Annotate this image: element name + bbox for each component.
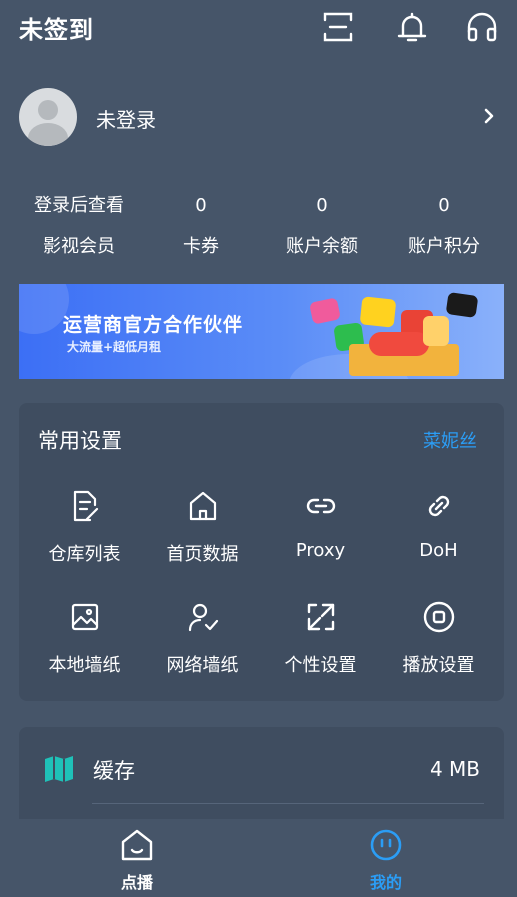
- local-wallpaper-button[interactable]: 本地墙纸: [24, 600, 145, 677]
- chevron-right-icon[interactable]: [481, 106, 497, 126]
- grid-label: 网络墙纸: [166, 655, 239, 676]
- top-bar: 未签到: [0, 0, 517, 56]
- grid-label: 播放设置: [402, 655, 475, 676]
- settings-link[interactable]: 菜妮丝: [423, 427, 477, 453]
- doh-button[interactable]: DoH: [378, 489, 499, 561]
- user-check-icon: [188, 603, 218, 632]
- app-logo-icon: [309, 297, 341, 325]
- face-icon: [370, 829, 402, 861]
- home-data-button[interactable]: 首页数据: [142, 489, 263, 566]
- nav-mine[interactable]: 我的: [326, 827, 446, 893]
- cache-card[interactable]: 缓存 4 MB: [19, 727, 504, 827]
- stat-value: 登录后查看: [34, 195, 124, 216]
- bell-icon[interactable]: [395, 10, 429, 44]
- stat-membership[interactable]: 登录后查看 影视会员: [9, 192, 149, 258]
- stat-value: 0: [438, 195, 450, 216]
- nav-label: 我的: [369, 873, 402, 892]
- online-wallpaper-button[interactable]: 网络墙纸: [142, 600, 263, 677]
- avatar-body: [28, 123, 68, 146]
- headset-icon[interactable]: [465, 10, 499, 44]
- grid-label: 仓库列表: [48, 544, 121, 565]
- bottom-nav: 点播 我的: [0, 819, 517, 897]
- nav-label: 点播: [120, 873, 153, 892]
- divider: [92, 803, 484, 804]
- nav-vod[interactable]: 点播: [77, 827, 197, 893]
- sign-in-status[interactable]: 未签到: [19, 10, 94, 45]
- stat-label: 影视会员: [43, 236, 115, 257]
- grid-label: 首页数据: [166, 544, 239, 565]
- map-icon: [45, 756, 73, 782]
- grid-label: 个性设置: [284, 655, 357, 676]
- stat-value: 0: [195, 195, 207, 216]
- app-logo-icon: [369, 332, 429, 356]
- link-icon: [306, 498, 335, 514]
- avatar-head: [38, 100, 58, 120]
- banner-decoration: [19, 284, 69, 334]
- promo-banner[interactable]: 运营商官方合作伙伴 大流量+超低月租: [19, 284, 504, 379]
- playback-settings-button[interactable]: 播放设置: [378, 600, 499, 677]
- scan-icon[interactable]: [321, 10, 355, 44]
- cache-label: 缓存: [93, 759, 135, 783]
- grid-label: DoH: [419, 540, 458, 561]
- account-stats: 登录后查看 影视会员 0 卡券 0 账户余额 0 账户积分: [0, 192, 517, 272]
- avatar[interactable]: [19, 88, 77, 146]
- document-edit-icon: [73, 490, 98, 522]
- stat-label: 卡券: [183, 236, 219, 257]
- personalization-button[interactable]: 个性设置: [260, 600, 381, 677]
- stat-label: 账户积分: [408, 236, 480, 257]
- cache-size: 4 MB: [429, 757, 480, 781]
- image-icon: [71, 603, 98, 631]
- stat-label: 账户余额: [286, 236, 358, 257]
- section-title: 常用设置: [38, 429, 122, 453]
- stat-coupons[interactable]: 0 卡券: [131, 192, 271, 258]
- common-settings-card: 常用设置 菜妮丝 仓库列表 首页数据 Proxy DoH 本地墙纸 网络墙纸 个…: [19, 403, 504, 701]
- home-icon: [189, 491, 216, 521]
- stop-circle-icon: [423, 601, 454, 633]
- stat-balance[interactable]: 0 账户余额: [252, 192, 392, 258]
- stat-points[interactable]: 0 账户积分: [374, 192, 514, 258]
- chain-icon: [428, 495, 449, 517]
- banner-title: 运营商官方合作伙伴: [63, 314, 244, 336]
- home-face-icon: [121, 829, 153, 861]
- grid-label: 本地墙纸: [48, 655, 121, 676]
- app-logo-icon: [445, 292, 479, 318]
- login-label: 未登录: [96, 108, 156, 132]
- expand-icon: [307, 603, 334, 631]
- repo-list-button[interactable]: 仓库列表: [24, 489, 145, 566]
- profile-row[interactable]: 未登录: [0, 84, 517, 150]
- app-logo-icon: [359, 296, 397, 328]
- banner-subtitle: 大流量+超低月租: [67, 340, 162, 354]
- app-logo-icon: [423, 316, 449, 346]
- grid-label: Proxy: [295, 540, 346, 561]
- proxy-button[interactable]: Proxy: [260, 489, 381, 561]
- stat-value: 0: [316, 195, 328, 216]
